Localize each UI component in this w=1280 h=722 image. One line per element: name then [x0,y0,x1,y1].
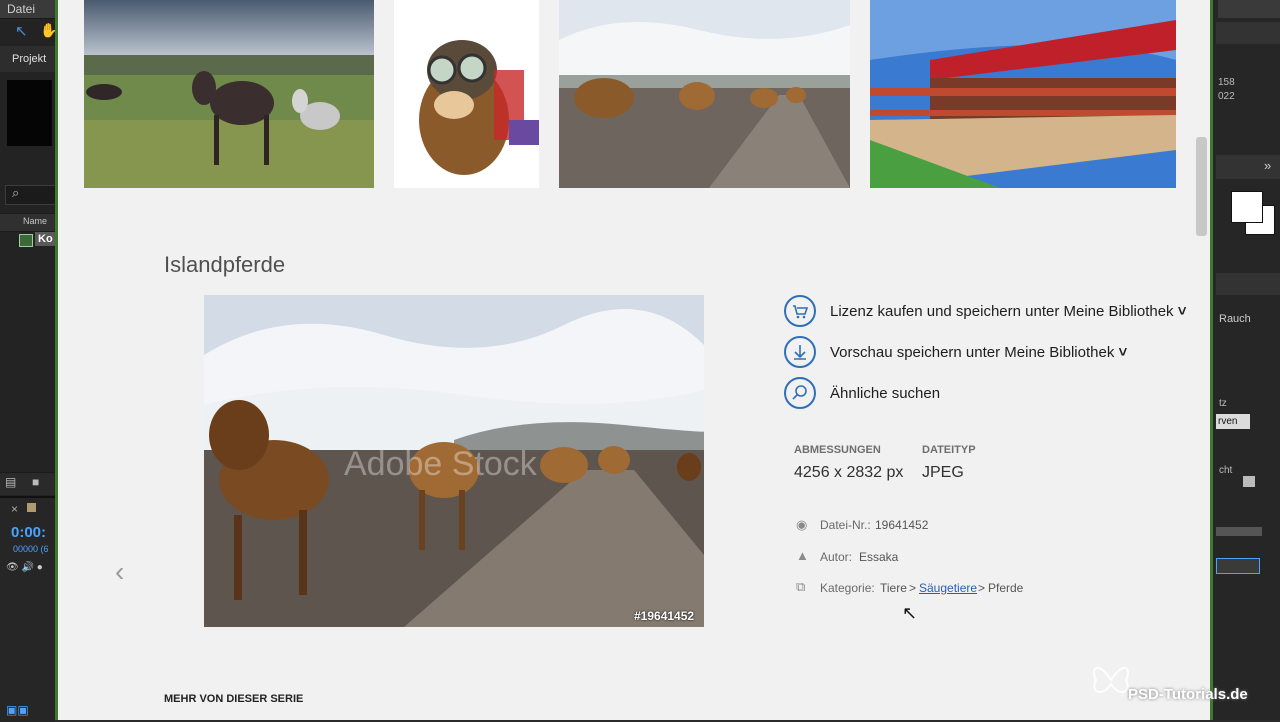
thumbnail-stable[interactable] [870,0,1176,188]
page-title: Islandpferde [164,252,286,277]
trash-icon[interactable] [1243,476,1255,487]
category-saeugetiere-link[interactable]: Säugetiere [919,581,977,595]
thumbnail-plush-toy[interactable] [394,0,539,188]
layer-switches-icon[interactable]: 👁 🔊 ● [6,562,43,573]
scrollbar-thumb[interactable] [1196,137,1207,236]
save-preview-button[interactable]: Vorschau speichern unter Meine Bibliothe… [830,344,1127,361]
category-separator: > [909,581,917,595]
right-panel-header [1216,22,1280,44]
hand-tool-icon[interactable]: ✋ [40,22,57,40]
filetype-heading: DATEITYP [922,444,976,456]
category-pferde[interactable]: Pferde [988,581,1023,595]
mouse-cursor-icon: ↖ [902,603,918,623]
name-column-label: Name [23,216,48,226]
dimensions-value: 4256 x 2832 px [794,464,904,481]
selection-tool-icon[interactable]: ↖ [15,22,31,40]
thumbnail-ponies[interactable] [84,0,374,188]
svg-text:Adobe Stock: Adobe Stock [344,445,538,483]
expand-panel-icon[interactable]: » [1264,158,1271,173]
search-icon: ⌕ [12,185,20,200]
chevron-left-icon[interactable]: ‹ [115,556,124,588]
category-separator: > [978,581,986,595]
right-app-panel [1213,0,1280,720]
category-icon: ⧉ [796,579,806,594]
search-icon[interactable] [784,377,816,409]
composition-icon [19,234,33,247]
cart-icon[interactable] [784,295,816,327]
watermark-text: PSD-Tutorials.de [1128,686,1248,703]
buy-license-label: Lizenz kaufen und speichern unter Meine … [830,303,1174,320]
right-toolbar [1218,0,1280,18]
file-number-label: Datei-Nr.: [820,518,871,532]
save-preview-label: Vorschau speichern unter Meine Bibliothe… [830,344,1115,361]
interpret-footage-icon[interactable]: ▤ [5,475,16,489]
slider-track[interactable] [1216,527,1262,536]
chevron-down-icon[interactable]: ˅ [1119,344,1128,361]
scrollbar[interactable] [1193,0,1209,720]
author-label: Autor: [820,550,853,564]
category-label: Kategorie: [820,581,875,595]
timecode-display[interactable]: 0:00: [11,524,46,541]
find-similar-button[interactable]: Ähnliche suchen [830,385,940,402]
chevron-down-icon[interactable]: ˅ [1178,303,1187,320]
composition-label: Ko [35,232,56,246]
effect-item-rauch[interactable]: Rauch [1219,313,1251,325]
dimensions-heading: ABMESSUNGEN [794,444,881,456]
preview-image-id: #19641452 [634,609,695,623]
timeline-bottom-icons[interactable]: ▣▣ [6,703,29,717]
file-number-value: 19641452 [875,518,929,532]
frame-count: 00000 (6 [13,544,49,554]
value-field[interactable] [1216,558,1260,574]
eye-icon: ◉ [796,517,808,532]
main-preview-image[interactable]: Adobe Stock [204,295,704,627]
info-value-2: 022 [1218,91,1235,102]
project-tab-label: Projekt [12,53,47,65]
buy-license-button[interactable]: Lizenz kaufen und speichern unter Meine … [830,303,1187,320]
effects-panel-header [1216,273,1280,295]
composition-tab-icon [27,503,36,512]
series-heading: MEHR VON DIESER SERIE [164,693,304,705]
menu-datei[interactable]: Datei [7,2,35,16]
project-thumbnail [7,80,52,146]
info-value-1: 158 [1218,77,1235,88]
user-icon: ▲ [796,548,809,563]
filetype-value: JPEG [922,464,964,481]
close-icon[interactable]: × [11,502,18,516]
folder-icon[interactable]: ■ [32,475,39,489]
category-tiere[interactable]: Tiere [880,581,907,595]
download-icon[interactable] [784,336,816,368]
foreground-color-swatch[interactable] [1231,191,1263,223]
effect-item-kurven[interactable]: rven [1218,416,1237,427]
author-value: Essaka [859,550,899,564]
effect-item-tz[interactable]: tz [1219,398,1227,409]
effect-item-cht[interactable]: cht [1219,465,1232,476]
thumbnail-horses-road[interactable] [559,0,850,188]
